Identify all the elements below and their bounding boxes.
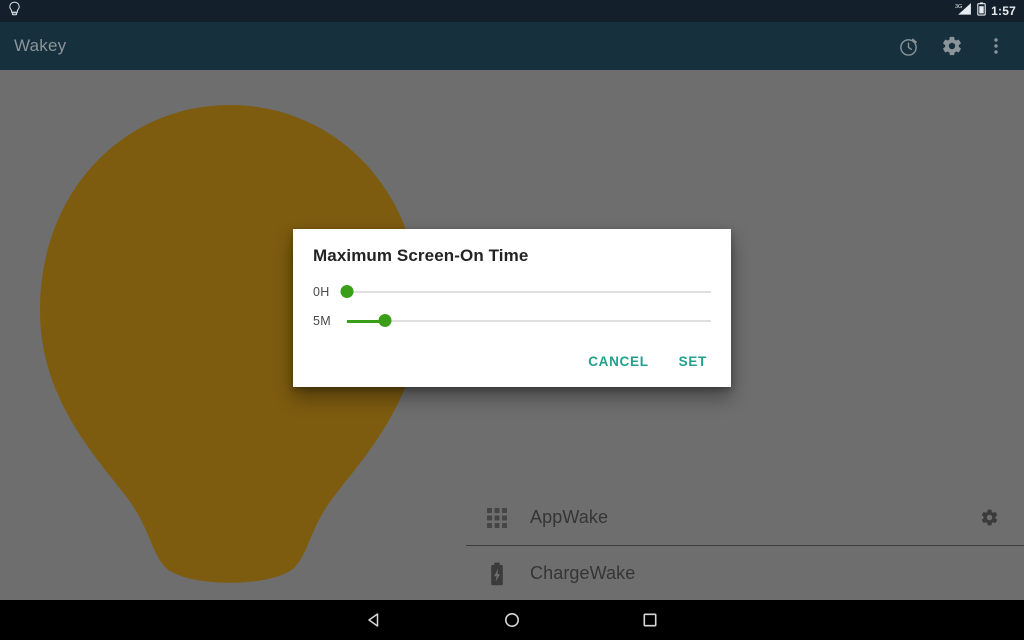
hours-slider-thumb[interactable] — [340, 285, 354, 298]
set-button[interactable]: SET — [669, 348, 717, 375]
dialog-scrim: Maximum Screen-On Time 0H 5M CANCEL SET — [0, 0, 1024, 640]
minutes-slider-thumb[interactable] — [378, 314, 392, 327]
back-button[interactable] — [350, 600, 398, 640]
minutes-slider[interactable] — [347, 310, 711, 332]
recents-button[interactable] — [626, 600, 674, 640]
android-screen: 3G 1:57 Wakey AppWake ChargeWake Maximum… — [0, 0, 1024, 640]
minutes-slider-label: 5M — [313, 314, 331, 328]
dialog-title: Maximum Screen-On Time — [313, 246, 529, 265]
max-screen-on-time-dialog: Maximum Screen-On Time 0H 5M CANCEL SET — [293, 229, 731, 387]
cancel-button[interactable]: CANCEL — [578, 348, 658, 375]
minutes-slider-row: 5M — [313, 310, 711, 332]
dialog-actions: CANCEL SET — [578, 348, 717, 375]
hours-slider-track — [347, 291, 711, 293]
minutes-slider-track — [347, 320, 711, 322]
home-button[interactable] — [488, 600, 536, 640]
hours-slider[interactable] — [340, 281, 711, 303]
navigation-bar — [0, 600, 1024, 640]
hours-slider-row: 0H — [313, 281, 711, 303]
